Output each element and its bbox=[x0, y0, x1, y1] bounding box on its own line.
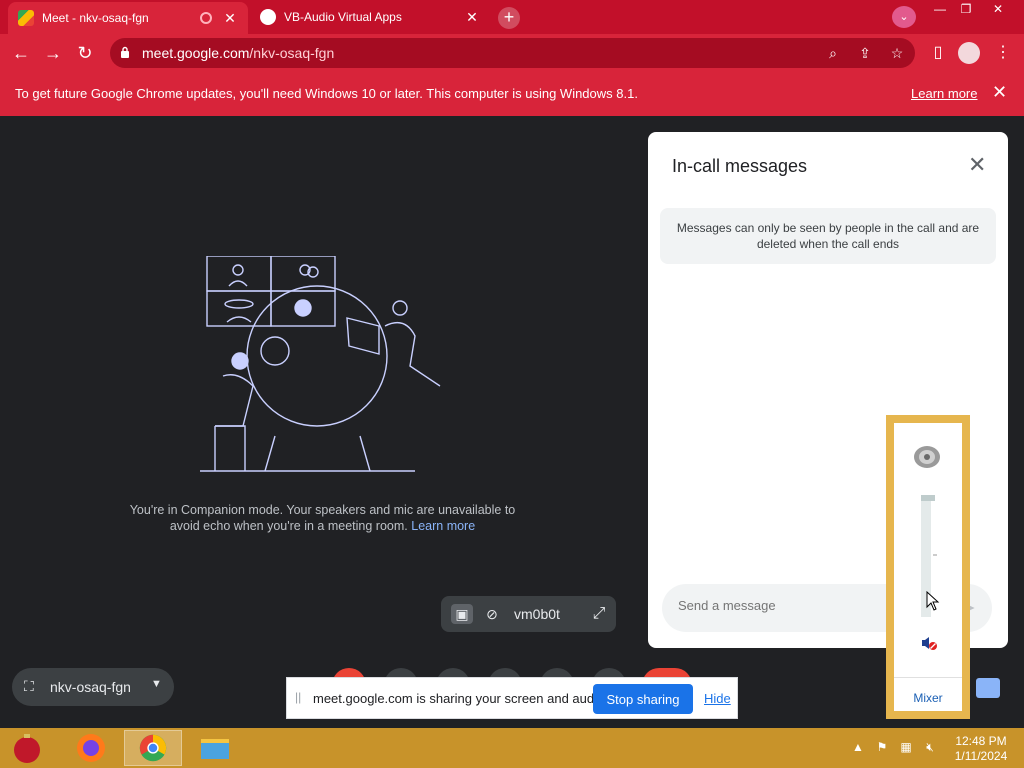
show-hidden-icons-icon[interactable]: ▲ bbox=[850, 740, 866, 756]
chevron-down-icon: ▼ bbox=[151, 678, 162, 690]
self-view-chip[interactable]: ▣ ⊘ vm0b0t ⤢ bbox=[441, 596, 616, 632]
url-text: meet.google.com/nkv-osaq-fgn bbox=[142, 45, 334, 61]
tab-strip: Meet - nkv-osaq-fgn ✕ VB-Audio Virtual A… bbox=[0, 0, 1024, 34]
lock-icon bbox=[121, 46, 129, 58]
close-tab-icon[interactable]: ✕ bbox=[222, 10, 238, 27]
close-window-button[interactable]: ✕ bbox=[985, 0, 1011, 20]
drag-handle-icon[interactable]: || bbox=[295, 690, 301, 704]
ornament-icon[interactable] bbox=[2, 730, 52, 766]
chat-icon[interactable] bbox=[976, 678, 1000, 698]
companion-device-icon: ▣ bbox=[451, 604, 473, 624]
tab-title: VB-Audio Virtual Apps bbox=[284, 10, 402, 24]
expand-icon[interactable]: ⤢ bbox=[588, 604, 610, 624]
windows-taskbar: ▲ ⚑ ▦ 🔇︎ 12:48 PM 1/11/2024 bbox=[0, 728, 1024, 768]
menu-icon[interactable]: ⋮ bbox=[990, 40, 1016, 66]
camera-off-icon: ⊘ bbox=[486, 606, 498, 622]
reload-button[interactable]: ↻ bbox=[72, 40, 98, 66]
panel-title: In-call messages bbox=[672, 156, 808, 176]
system-clock[interactable]: 12:48 PM 1/11/2024 bbox=[950, 734, 1012, 764]
muted-speaker-icon[interactable] bbox=[920, 635, 938, 651]
update-infobar: To get future Google Chrome updates, you… bbox=[0, 72, 1024, 116]
back-button[interactable]: ← bbox=[8, 40, 34, 66]
address-bar[interactable]: meet.google.com/nkv-osaq-fgn ⌕ ⇪ ☆ bbox=[110, 38, 915, 68]
recording-indicator-icon bbox=[200, 12, 212, 24]
tab-search-button[interactable]: ⌄ bbox=[892, 6, 916, 28]
firefox-icon[interactable] bbox=[62, 730, 120, 766]
volume-mixer-body: Mixer bbox=[894, 423, 962, 711]
screen-sharing-bar: || meet.google.com is sharing your scree… bbox=[286, 677, 738, 719]
action-center-flag-icon[interactable]: ⚑ bbox=[874, 740, 890, 756]
mouse-cursor-icon bbox=[926, 591, 940, 611]
tab-meet[interactable]: Meet - nkv-osaq-fgn ✕ bbox=[8, 2, 248, 34]
infobar-learn-more-link[interactable]: Learn more bbox=[911, 86, 977, 101]
network-icon[interactable]: ▦ bbox=[898, 740, 914, 756]
profile-avatar[interactable] bbox=[958, 42, 980, 64]
side-panel-icon[interactable]: ▯ bbox=[925, 40, 951, 66]
forward-button[interactable]: → bbox=[40, 40, 66, 66]
meet-stage: You're in Companion mode. Your speakers … bbox=[0, 116, 1024, 728]
file-explorer-icon[interactable] bbox=[186, 730, 244, 766]
hide-link[interactable]: Hide bbox=[704, 691, 731, 706]
browser-toolbar: ← → ↻ meet.google.com/nkv-osaq-fgn ⌕ ⇪ ☆… bbox=[0, 34, 1024, 72]
tab-vb-audio[interactable]: VB-Audio Virtual Apps ✕ bbox=[250, 0, 490, 34]
restore-button[interactable]: ❐ bbox=[953, 0, 979, 20]
share-icon[interactable]: ⇪ bbox=[855, 43, 875, 63]
volume-mixer-popup: Mixer bbox=[886, 415, 970, 719]
sharing-message: meet.google.com is sharing your screen a… bbox=[313, 691, 608, 706]
clock-time: 12:48 PM bbox=[955, 734, 1007, 748]
volume-muted-icon[interactable]: 🔇︎ bbox=[922, 740, 938, 756]
meeting-code: nkv-osaq-fgn bbox=[50, 679, 131, 695]
new-tab-button[interactable]: + bbox=[498, 7, 520, 29]
close-panel-icon[interactable]: ✕ bbox=[968, 152, 986, 178]
meeting-details-chip[interactable]: ⛶ nkv-osaq-fgn ▼ bbox=[12, 668, 174, 706]
stop-sharing-button[interactable]: Stop sharing bbox=[593, 684, 693, 714]
minimize-button[interactable]: — bbox=[927, 0, 953, 20]
bookmark-star-icon[interactable]: ☆ bbox=[887, 43, 907, 63]
chat-notice: Messages can only be seen by people in t… bbox=[660, 208, 996, 264]
infobar-close-icon[interactable]: ✕ bbox=[992, 82, 1007, 103]
globe-icon bbox=[260, 9, 276, 25]
chrome-icon[interactable] bbox=[124, 730, 182, 766]
mixer-divider bbox=[894, 677, 962, 678]
self-name: vm0b0t bbox=[514, 606, 560, 622]
companion-mode-text: You're in Companion mode. Your speakers … bbox=[120, 502, 525, 534]
google-meet-icon bbox=[18, 10, 34, 26]
companion-mode-illustration bbox=[200, 256, 441, 472]
clock-date: 1/11/2024 bbox=[954, 749, 1008, 763]
close-tab-icon[interactable]: ✕ bbox=[464, 9, 480, 26]
companion-learn-more-link[interactable]: Learn more bbox=[411, 519, 475, 533]
tab-title: Meet - nkv-osaq-fgn bbox=[42, 11, 149, 25]
speaker-device-icon bbox=[914, 446, 940, 468]
url-path: /nkv-osaq-fgn bbox=[249, 45, 335, 61]
mixer-link[interactable]: Mixer bbox=[894, 691, 962, 705]
search-icon[interactable]: ⌕ bbox=[823, 43, 843, 63]
url-domain: meet.google.com bbox=[142, 45, 250, 61]
infobar-message: To get future Google Chrome updates, you… bbox=[15, 86, 638, 101]
no-audio-icon: ⛶ bbox=[24, 678, 34, 694]
